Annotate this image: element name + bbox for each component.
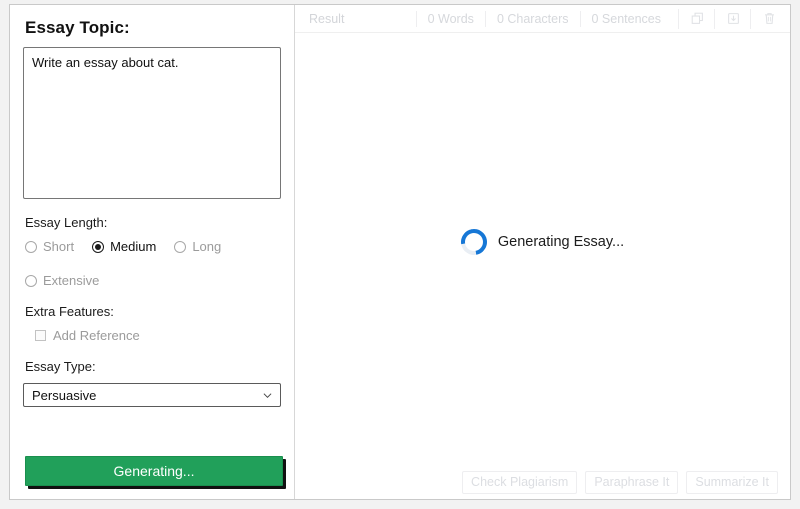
result-panel: Result 0 Words 0 Characters 0 Sentences bbox=[295, 5, 790, 499]
radio-long[interactable]: Long bbox=[174, 239, 221, 254]
extra-features-label: Extra Features: bbox=[25, 304, 114, 319]
result-toolbar: Result 0 Words 0 Characters 0 Sentences bbox=[295, 5, 790, 33]
essay-generator-window: Essay Topic: Essay Length: Short Medium … bbox=[9, 4, 791, 500]
options-panel: Essay Topic: Essay Length: Short Medium … bbox=[10, 5, 295, 499]
page-title: Essay Topic: bbox=[25, 18, 130, 37]
radio-short[interactable]: Short bbox=[25, 239, 74, 254]
loading-text: Generating Essay... bbox=[497, 234, 625, 250]
result-label: Result bbox=[309, 11, 345, 26]
radio-extensive-label: Extensive bbox=[43, 273, 100, 288]
essay-topic-input[interactable] bbox=[23, 47, 281, 199]
generate-essay-button-label: Generating... bbox=[113, 463, 195, 479]
result-body: Generating Essay... bbox=[295, 33, 790, 465]
essay-length-radio-group-row2: Extensive bbox=[25, 273, 281, 288]
summarize-it-button[interactable]: Summarize It bbox=[686, 470, 778, 494]
result-actions-footer: Check Plagiarism Paraphrase It Summarize… bbox=[295, 465, 790, 499]
metric-words: 0 Words bbox=[415, 10, 485, 27]
radio-short-label: Short bbox=[43, 239, 75, 254]
download-icon[interactable] bbox=[714, 8, 744, 29]
generate-essay-button[interactable]: Generating... bbox=[25, 456, 283, 486]
radio-circle-icon bbox=[92, 240, 105, 253]
radio-medium-label: Medium bbox=[110, 239, 157, 254]
checkbox-add-reference[interactable]: Add Reference bbox=[35, 328, 281, 343]
radio-extensive[interactable]: Extensive bbox=[25, 273, 99, 288]
essay-type-select[interactable]: Persuasive bbox=[23, 383, 281, 407]
radio-circle-icon bbox=[25, 240, 37, 253]
essay-length-label: Essay Length: bbox=[25, 215, 108, 230]
paraphrase-it-button[interactable]: Paraphrase It bbox=[585, 470, 679, 494]
check-plagiarism-button[interactable]: Check Plagiarism bbox=[462, 470, 578, 494]
radio-long-label: Long bbox=[192, 239, 222, 254]
loading-indicator: Generating Essay... bbox=[295, 223, 790, 261]
radio-circle-icon bbox=[25, 274, 37, 287]
spinner-icon bbox=[455, 223, 492, 261]
paraphrase-it-label: Paraphrase It bbox=[594, 475, 670, 489]
radio-medium[interactable]: Medium bbox=[92, 239, 156, 254]
checkbox-square-icon bbox=[35, 330, 46, 341]
metric-characters: 0 Characters bbox=[484, 10, 580, 27]
trash-icon[interactable] bbox=[750, 8, 780, 29]
radio-circle-icon bbox=[174, 240, 187, 253]
essay-type-selected-value: Persuasive bbox=[32, 387, 97, 403]
essay-length-radio-group-row1: Short Medium Long bbox=[25, 239, 281, 254]
summarize-it-label: Summarize It bbox=[695, 475, 769, 489]
essay-type-label: Essay Type: bbox=[25, 359, 96, 374]
checkbox-add-reference-label: Add Reference bbox=[53, 328, 140, 343]
chevron-down-icon bbox=[263, 392, 272, 398]
copy-icon[interactable] bbox=[678, 8, 708, 29]
metric-sentences: 0 Sentences bbox=[579, 10, 673, 27]
check-plagiarism-label: Check Plagiarism bbox=[471, 475, 569, 489]
